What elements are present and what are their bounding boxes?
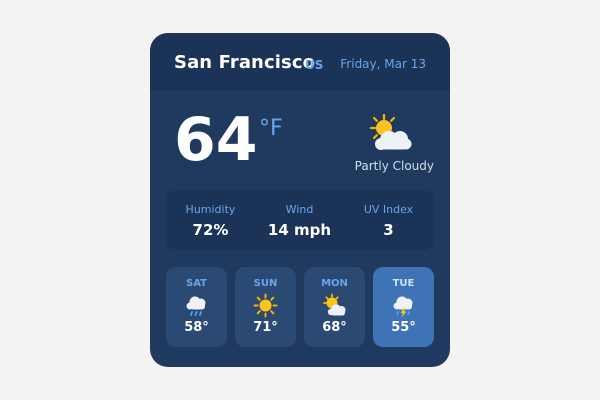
sun-behind-cloud-icon: [323, 293, 346, 316]
stat-label: UV Index: [363, 203, 414, 216]
current-temperature: 64: [174, 105, 258, 175]
thunder-cloud-icon: [393, 296, 413, 318]
stat-humidity: Humidity 72%: [166, 190, 255, 250]
stat-uv-index: UV Index 3: [344, 190, 433, 250]
forecast-day-label: TUE: [392, 278, 415, 289]
partly-cloudy-icon: [369, 113, 412, 150]
forecast-day-label: SAT: [186, 278, 207, 289]
weather-condition: Partly Cloudy: [354, 159, 434, 173]
forecast-day-label: SUN: [253, 278, 278, 289]
stat-value: 3: [383, 221, 394, 239]
forecast-day-sun[interactable]: SUN 71°: [235, 267, 296, 347]
card-header: San Francisco US Friday, Mar 13: [150, 33, 450, 91]
rain-cloud-icon: [186, 296, 206, 316]
forecast-temp: 58°: [184, 320, 209, 335]
forecast-temp: 55°: [391, 320, 416, 335]
temperature-unit: °F: [259, 116, 283, 141]
stat-value: 14 mph: [267, 221, 332, 239]
stat-value: 72%: [192, 221, 229, 239]
stats-panel: Humidity 72% Wind 14 mph UV Index 3: [166, 190, 434, 250]
forecast-temp: 71°: [253, 320, 278, 335]
forecast-day-mon[interactable]: MON 68°: [304, 267, 365, 347]
forecast-day-sat[interactable]: SAT 58°: [166, 267, 227, 347]
current-date: Friday, Mar 13: [340, 57, 426, 71]
sun-icon: [253, 293, 278, 318]
weather-card: San Francisco US Friday, Mar 13 64 °F Pa…: [150, 33, 450, 367]
forecast-temp: 68°: [322, 320, 347, 335]
stat-wind: Wind 14 mph: [255, 190, 344, 250]
forecast-day-tue[interactable]: TUE 55°: [373, 267, 434, 347]
stat-label: Humidity: [185, 203, 236, 216]
country-code: US: [305, 58, 324, 72]
forecast-day-label: MON: [321, 278, 348, 289]
city-name: San Francisco: [174, 52, 316, 73]
stat-label: Wind: [285, 203, 314, 216]
